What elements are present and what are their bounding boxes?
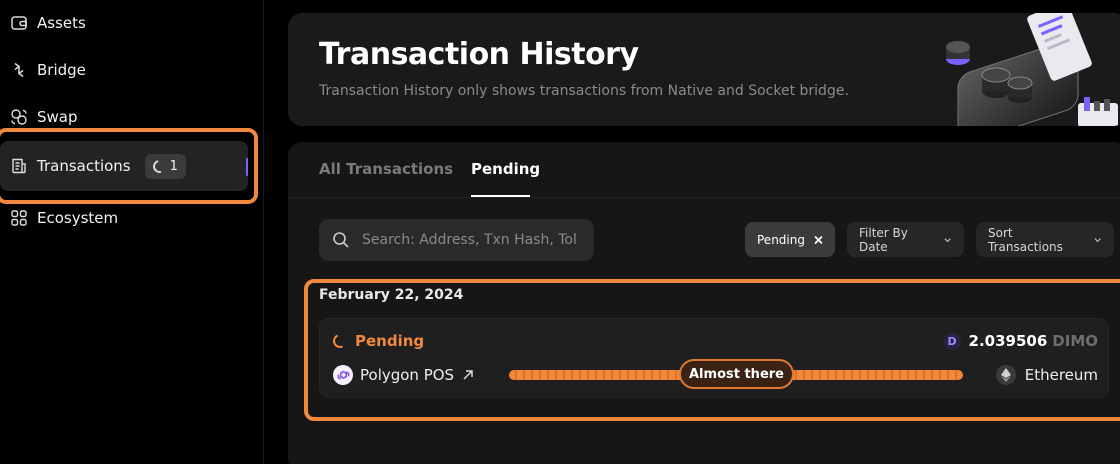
amount-unit: DIMO xyxy=(1052,332,1098,350)
destination-chain-name: Ethereum xyxy=(1024,366,1098,384)
active-tab-underline xyxy=(471,195,530,197)
source-chain-name: Polygon POS xyxy=(360,366,455,384)
polygon-icon xyxy=(333,365,353,385)
dimo-token-icon: D xyxy=(943,332,961,350)
spinner-icon xyxy=(150,157,169,175)
wallet-icon xyxy=(10,14,28,32)
badge-count: 1 xyxy=(169,158,178,174)
ethereum-icon xyxy=(995,365,1016,385)
sidebar-item-label: Swap xyxy=(37,108,78,126)
transaction-card[interactable]: Pending D 2.039506 DIMO Polygon POS Almo… xyxy=(319,318,1109,398)
page-title: Transaction History xyxy=(319,37,639,72)
pending-spinner-icon xyxy=(331,332,349,350)
sidebar-item-label: Assets xyxy=(37,14,86,32)
sidebar-item-label: Ecosystem xyxy=(37,209,119,227)
status-label: Pending xyxy=(331,332,425,350)
chevron-down-icon xyxy=(944,237,951,242)
sidebar-item-label: Bridge xyxy=(37,61,86,79)
external-link-icon[interactable] xyxy=(462,369,474,381)
destination-chain: Ethereum xyxy=(995,365,1098,385)
amount-value: 2.039506 xyxy=(968,332,1048,350)
filter-by-date-dropdown[interactable]: Filter By Date xyxy=(847,222,964,257)
transactions-panel: All Transactions Pending Pending Filter … xyxy=(288,142,1120,464)
sidebar: Assets Bridge Swap Transactions 1 Ecosys… xyxy=(0,0,264,464)
tab-pending[interactable]: Pending xyxy=(471,160,540,178)
tab-bar: All Transactions Pending xyxy=(288,142,1120,198)
transaction-amount: D 2.039506 DIMO xyxy=(943,332,1098,350)
sidebar-item-ecosystem[interactable]: Ecosystem xyxy=(0,195,118,241)
close-icon[interactable] xyxy=(814,234,823,246)
tab-all-transactions[interactable]: All Transactions xyxy=(319,160,453,178)
sidebar-item-label: Transactions xyxy=(37,157,131,175)
dropdown-label: Sort Transactions xyxy=(988,225,1063,254)
bridge-icon xyxy=(10,61,28,79)
dropdown-label: Filter By Date xyxy=(859,225,908,254)
header-card: Transaction History Transaction History … xyxy=(288,13,1120,126)
grid-icon xyxy=(10,209,28,227)
pending-filter-chip[interactable]: Pending xyxy=(745,222,835,257)
transaction-date-heading: February 22, 2024 xyxy=(319,287,464,303)
chevron-down-icon xyxy=(1094,237,1101,242)
phone-receipt-illustration xyxy=(946,13,1118,126)
sort-transactions-dropdown[interactable]: Sort Transactions xyxy=(976,222,1114,257)
status-text: Pending xyxy=(355,332,425,350)
sidebar-item-bridge[interactable]: Bridge xyxy=(0,47,86,93)
receipt-icon xyxy=(10,157,28,175)
page-subtitle: Transaction History only shows transacti… xyxy=(319,83,849,99)
swap-icon xyxy=(10,108,28,126)
search-icon xyxy=(333,232,349,248)
sidebar-item-assets[interactable]: Assets xyxy=(0,0,86,46)
sidebar-item-transactions[interactable]: Transactions 1 xyxy=(0,141,248,191)
chip-label: Pending xyxy=(757,232,805,247)
source-chain[interactable]: Polygon POS xyxy=(333,365,474,385)
search-input[interactable] xyxy=(362,232,582,248)
pending-count-badge: 1 xyxy=(144,153,186,179)
sidebar-item-swap[interactable]: Swap xyxy=(0,94,78,140)
search-box[interactable] xyxy=(319,219,594,261)
active-indicator xyxy=(246,158,248,176)
progress-status-pill: Almost there xyxy=(679,359,794,389)
